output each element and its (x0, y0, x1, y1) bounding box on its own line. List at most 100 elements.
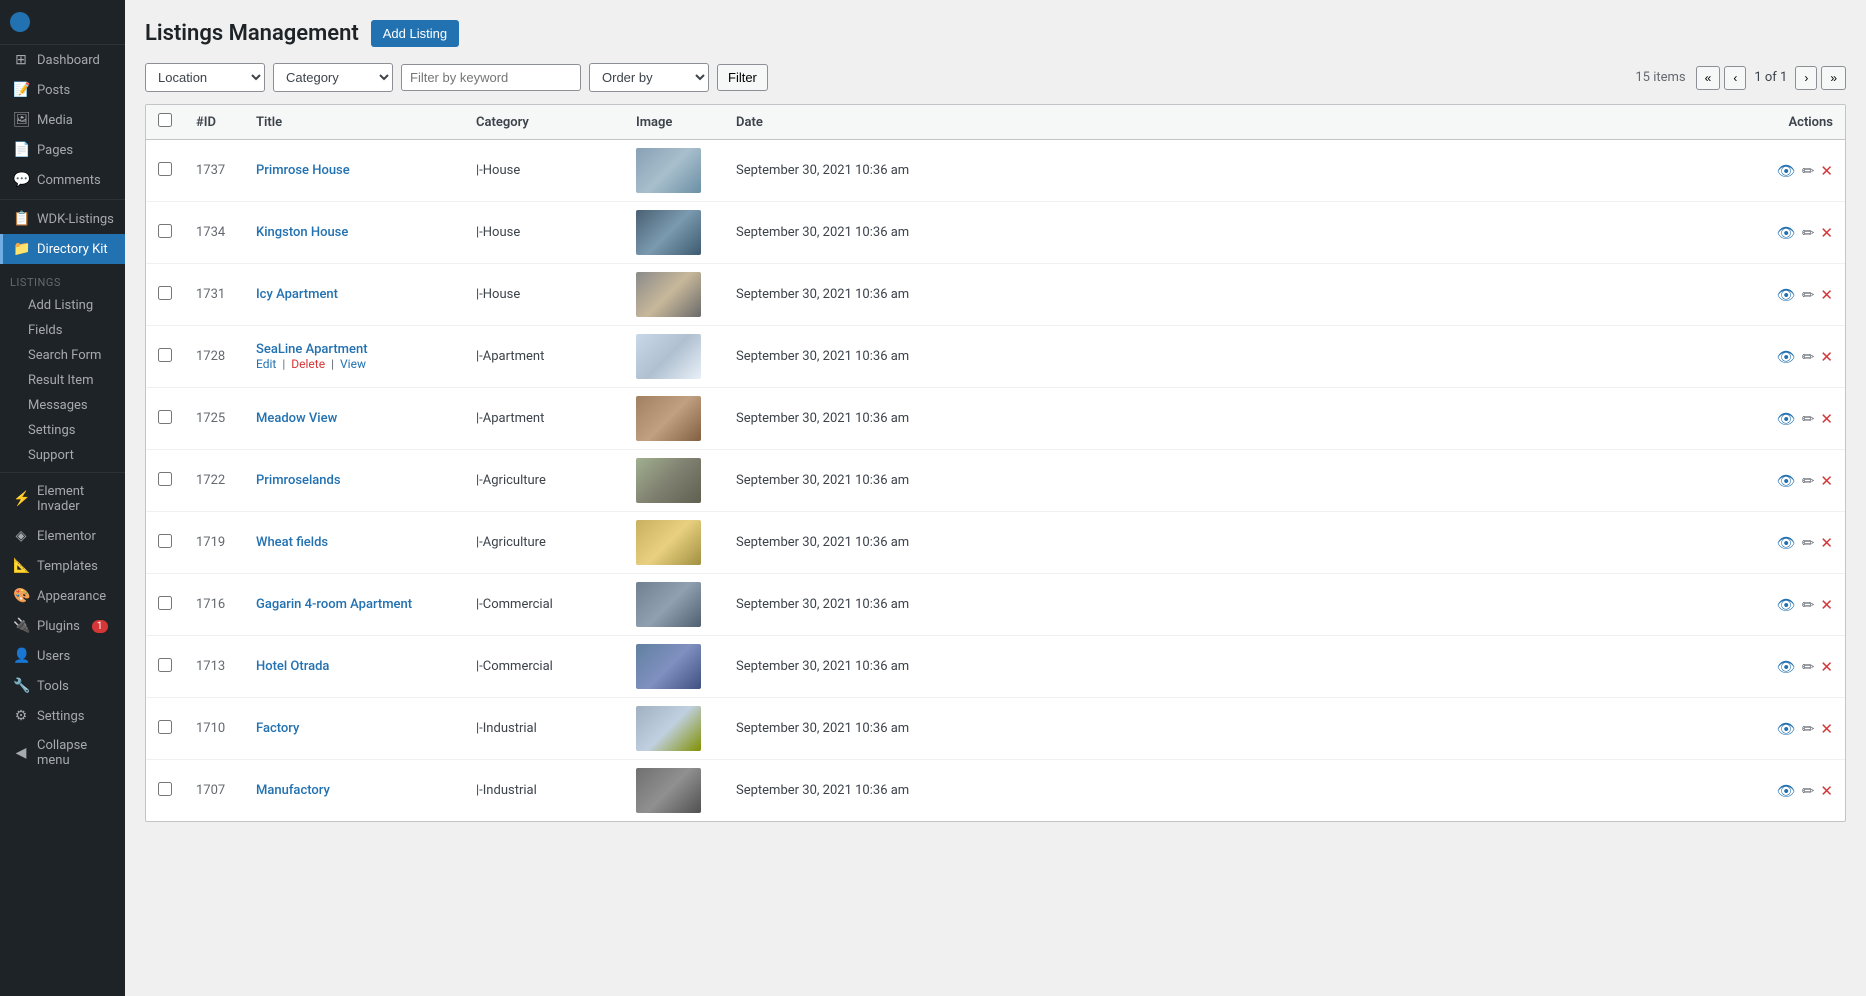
listing-title-link[interactable]: Kingston House (256, 225, 348, 240)
view-icon[interactable]: 👁 (1777, 410, 1796, 428)
sidebar-item-media[interactable]: 🖼 Media (0, 105, 125, 135)
row-action-icons: 👁 ✏ ✕ (1757, 348, 1833, 366)
orderby-filter[interactable]: Order by (589, 63, 709, 92)
delete-icon[interactable]: ✕ (1820, 410, 1833, 428)
row-checkbox[interactable] (158, 720, 172, 734)
delete-icon[interactable]: ✕ (1820, 782, 1833, 800)
edit-icon[interactable]: ✏ (1802, 410, 1815, 428)
row-view-link[interactable]: View (340, 357, 366, 371)
view-icon[interactable]: 👁 (1777, 534, 1796, 552)
edit-icon[interactable]: ✏ (1802, 286, 1815, 304)
sidebar-sub-add-listing[interactable]: Add Listing (0, 293, 125, 318)
row-edit-link[interactable]: Edit (256, 357, 276, 371)
row-checkbox[interactable] (158, 472, 172, 486)
row-image-cell (624, 264, 724, 326)
listing-title-link[interactable]: Meadow View (256, 411, 337, 426)
sidebar-sub-support[interactable]: Support (0, 443, 125, 468)
view-icon[interactable]: 👁 (1777, 286, 1796, 304)
edit-icon[interactable]: ✏ (1802, 720, 1815, 738)
pagination-last-button[interactable]: » (1821, 66, 1846, 90)
row-action-icons: 👁 ✏ ✕ (1757, 658, 1833, 676)
edit-icon[interactable]: ✏ (1802, 348, 1815, 366)
edit-icon[interactable]: ✏ (1802, 658, 1815, 676)
listing-title-link[interactable]: SeaLine Apartment (256, 342, 368, 357)
delete-icon[interactable]: ✕ (1820, 720, 1833, 738)
listing-title-link[interactable]: Gagarin 4-room Apartment (256, 597, 412, 612)
row-checkbox[interactable] (158, 782, 172, 796)
row-checkbox[interactable] (158, 658, 172, 672)
row-checkbox-cell (146, 760, 184, 822)
sidebar-item-tools[interactable]: 🔧 Tools (0, 671, 125, 701)
sidebar-item-directory-kit[interactable]: 📁 Directory Kit (0, 234, 125, 264)
edit-icon[interactable]: ✏ (1802, 782, 1815, 800)
row-checkbox[interactable] (158, 596, 172, 610)
sidebar-item-elementor[interactable]: ◈ Elementor (0, 521, 125, 551)
sidebar-item-collapse[interactable]: ◀ Collapse menu (0, 731, 125, 775)
keyword-filter-input[interactable] (401, 64, 581, 91)
row-checkbox[interactable] (158, 224, 172, 238)
view-icon[interactable]: 👁 (1777, 224, 1796, 242)
comments-icon: 💬 (13, 172, 29, 188)
listing-title-link[interactable]: Factory (256, 721, 299, 736)
delete-icon[interactable]: ✕ (1820, 596, 1833, 614)
pagination-prev-button[interactable]: ‹ (1724, 66, 1746, 90)
row-checkbox[interactable] (158, 534, 172, 548)
row-id: 1725 (184, 388, 244, 450)
sidebar-item-plugins[interactable]: 🔌 Plugins 1 (0, 611, 125, 641)
listing-title-link[interactable]: Primroselands (256, 473, 341, 488)
pagination-first-button[interactable]: « (1696, 66, 1721, 90)
view-icon[interactable]: 👁 (1777, 596, 1796, 614)
pagination-next-button[interactable]: › (1795, 66, 1817, 90)
view-icon[interactable]: 👁 (1777, 472, 1796, 490)
sidebar-sub-messages[interactable]: Messages (0, 393, 125, 418)
sidebar-item-label: Elementor (37, 529, 96, 544)
row-checkbox[interactable] (158, 410, 172, 424)
delete-icon[interactable]: ✕ (1820, 224, 1833, 242)
sidebar-sub-fields[interactable]: Fields (0, 318, 125, 343)
listing-title-link[interactable]: Manufactory (256, 783, 330, 798)
row-checkbox[interactable] (158, 348, 172, 362)
sidebar-sub-settings[interactable]: Settings (0, 418, 125, 443)
row-delete-link[interactable]: Delete (291, 357, 325, 371)
sidebar-item-appearance[interactable]: 🎨 Appearance (0, 581, 125, 611)
delete-icon[interactable]: ✕ (1820, 286, 1833, 304)
row-checkbox[interactable] (158, 162, 172, 176)
delete-icon[interactable]: ✕ (1820, 472, 1833, 490)
view-icon[interactable]: 👁 (1777, 720, 1796, 738)
edit-icon[interactable]: ✏ (1802, 596, 1815, 614)
select-all-header (146, 105, 184, 140)
sidebar-item-comments[interactable]: 💬 Comments (0, 165, 125, 195)
row-checkbox[interactable] (158, 286, 172, 300)
sidebar-item-element-invader[interactable]: ⚡ Element Invader (0, 477, 125, 521)
view-icon[interactable]: 👁 (1777, 782, 1796, 800)
sidebar-item-templates[interactable]: 📐 Templates (0, 551, 125, 581)
edit-icon[interactable]: ✏ (1802, 534, 1815, 552)
sidebar-item-wdk-listings[interactable]: 📋 WDK-Listings (0, 204, 125, 234)
sidebar-item-users[interactable]: 👤 Users (0, 641, 125, 671)
view-icon[interactable]: 👁 (1777, 162, 1796, 180)
edit-icon[interactable]: ✏ (1802, 472, 1815, 490)
location-filter[interactable]: Location (145, 63, 265, 92)
listing-title-link[interactable]: Hotel Otrada (256, 659, 329, 674)
sidebar-sub-result-item[interactable]: Result Item (0, 368, 125, 393)
category-filter[interactable]: Category (273, 63, 393, 92)
listing-title-link[interactable]: Icy Apartment (256, 287, 338, 302)
listing-title-link[interactable]: Wheat fields (256, 535, 328, 550)
sidebar-sub-search-form[interactable]: Search Form (0, 343, 125, 368)
sidebar-item-pages[interactable]: 📄 Pages (0, 135, 125, 165)
delete-icon[interactable]: ✕ (1820, 534, 1833, 552)
sidebar-item-dashboard[interactable]: ⊞ Dashboard (0, 45, 125, 75)
edit-icon[interactable]: ✏ (1802, 162, 1815, 180)
delete-icon[interactable]: ✕ (1820, 658, 1833, 676)
select-all-checkbox[interactable] (158, 113, 172, 127)
listing-title-link[interactable]: Primrose House (256, 163, 350, 178)
sidebar-item-posts[interactable]: 📝 Posts (0, 75, 125, 105)
edit-icon[interactable]: ✏ (1802, 224, 1815, 242)
delete-icon[interactable]: ✕ (1820, 162, 1833, 180)
sidebar-item-settings[interactable]: ⚙ Settings (0, 701, 125, 731)
filter-button[interactable]: Filter (717, 64, 768, 91)
view-icon[interactable]: 👁 (1777, 348, 1796, 366)
add-listing-button[interactable]: Add Listing (371, 20, 459, 47)
view-icon[interactable]: 👁 (1777, 658, 1796, 676)
delete-icon[interactable]: ✕ (1820, 348, 1833, 366)
